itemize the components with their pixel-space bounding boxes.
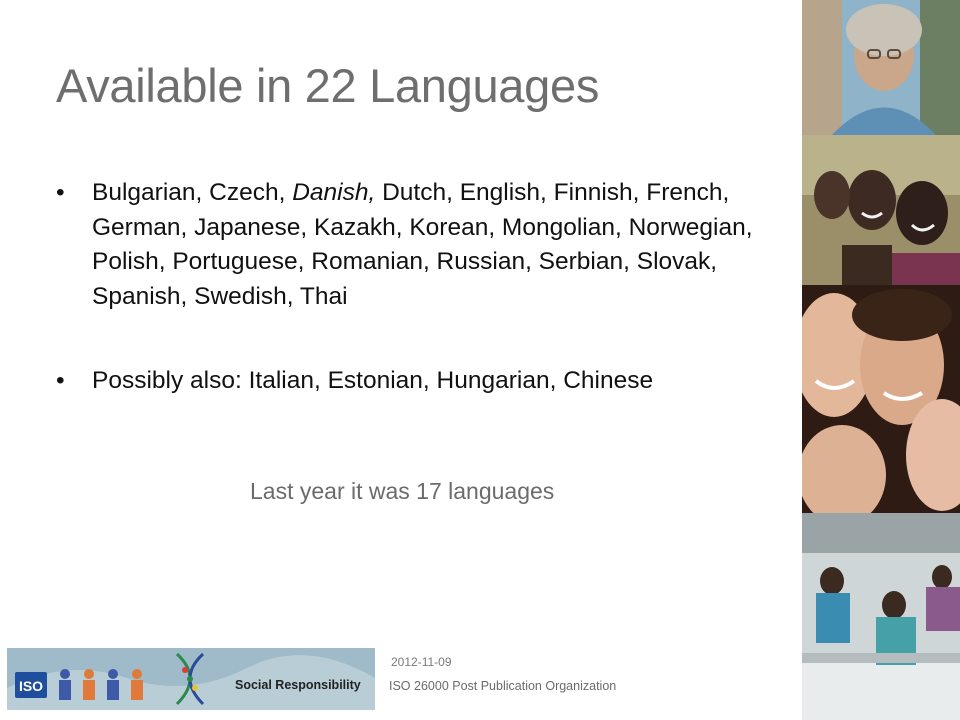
footer-date: 2012-11-09 xyxy=(391,655,452,669)
comparison-note: Last year it was 17 languages xyxy=(250,478,555,504)
bullet-item-possible: • Possibly also: Italian, Estonian, Hung… xyxy=(56,364,776,399)
social-responsibility-logo: ISO Social Responsibility xyxy=(7,648,375,710)
iso-badge-text: ISO xyxy=(19,678,43,694)
logo-tagline: Social Responsibility xyxy=(235,678,361,692)
photo-teens xyxy=(802,285,960,513)
bullet-text-part: Bulgarian, Czech, xyxy=(92,179,293,206)
bullet-text-part-italic: Danish, xyxy=(292,179,376,206)
bullet-list: • Bulgarian, Czech, Danish, Dutch, Engli… xyxy=(56,176,776,399)
slide-title: Available in 22 Languages xyxy=(56,59,600,112)
photo-strip xyxy=(802,0,960,720)
photo-workers xyxy=(802,513,960,720)
photo-children xyxy=(802,135,960,285)
bullet-dot: • xyxy=(56,367,65,394)
bullet-text-part: Possibly also: Italian, Estonian, Hungar… xyxy=(92,367,654,394)
photo-older-woman xyxy=(802,0,960,135)
bullet-item-languages: • Bulgarian, Czech, Danish, Dutch, Engli… xyxy=(56,176,776,314)
footer-organization: ISO 26000 Post Publication Organization xyxy=(389,679,617,693)
bullet-dot: • xyxy=(56,179,65,206)
